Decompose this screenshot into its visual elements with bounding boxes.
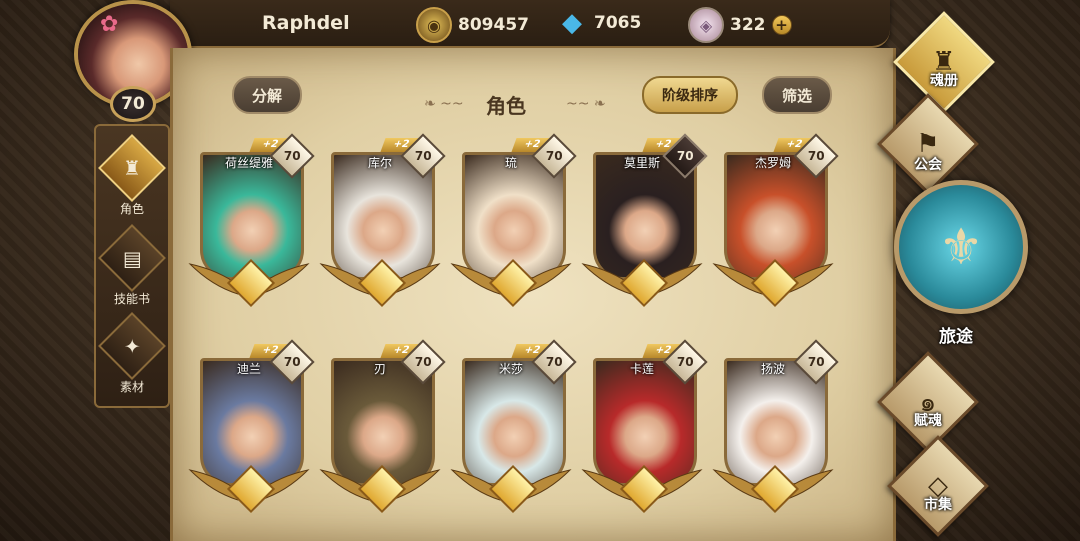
- character-card[interactable]: 莫里斯 +2 70: [581, 133, 708, 308]
- crystal-amount: 322: [730, 15, 766, 35]
- endow-soul-button[interactable]: ๑ 赋魂: [877, 351, 979, 456]
- character-card[interactable]: 卡莲 +2 70: [581, 339, 708, 514]
- character-icon: ♜: [98, 134, 166, 202]
- journey-button[interactable]: ⚜ 旅途: [894, 180, 1028, 350]
- character-level: 70: [807, 354, 825, 369]
- skill-book-icon: ▤: [98, 224, 166, 292]
- market-button[interactable]: ◇ 市集: [887, 435, 989, 540]
- character-card[interactable]: 扬波 70: [712, 339, 839, 514]
- crystal-currency: ◈ 322 +: [688, 7, 792, 43]
- gem-currency: ◆ 7065: [556, 7, 641, 39]
- sidebar-item-skill-book[interactable]: ▤ 技能书: [96, 224, 168, 307]
- character-level: 70: [545, 148, 563, 163]
- ornament-left: ❧ ~~: [424, 96, 464, 112]
- player-level-badge: 70: [110, 86, 156, 122]
- panel-title: 角色: [486, 94, 526, 118]
- material-icon: ✦: [98, 312, 166, 380]
- character-level: 70: [283, 354, 301, 369]
- sidebar-item-material[interactable]: ✦ 素材: [96, 312, 168, 395]
- endow-soul-label: 赋魂: [914, 413, 942, 429]
- character-card[interactable]: 刃 +2 70: [319, 339, 446, 514]
- character-level: 70: [414, 148, 432, 163]
- sort-by-rank-button[interactable]: 阶级排序: [642, 76, 738, 114]
- sidebar-item-character[interactable]: ♜ 角色: [96, 134, 168, 217]
- character-card[interactable]: 杰罗姆 +2 70: [712, 133, 839, 308]
- crystal-icon: ◈: [688, 7, 724, 43]
- left-sidebar: ♜ 角色 ▤ 技能书 ✦ 素材: [94, 124, 170, 408]
- swirl-icon: ๑: [877, 351, 979, 453]
- market-gem-icon: ◇: [887, 435, 989, 537]
- gold-currency: ◉ 809457: [416, 7, 529, 43]
- character-level: 70: [414, 354, 432, 369]
- character-level: 70: [676, 148, 694, 163]
- character-card[interactable]: 琉 +2 70: [450, 133, 577, 308]
- ornament-right: ~~ ❧: [566, 96, 606, 112]
- sidebar-label: 素材: [119, 380, 144, 394]
- character-level: 70: [545, 354, 563, 369]
- soul-book-button[interactable]: ♜ 魂册: [893, 11, 995, 116]
- character-level: 70: [807, 148, 825, 163]
- sidebar-label: 角色: [119, 202, 144, 216]
- gold-coin-icon: ◉: [416, 7, 452, 43]
- player-name: Raphdel: [262, 12, 350, 34]
- character-level: 70: [283, 148, 301, 163]
- journey-label: 旅途: [939, 327, 973, 347]
- guild-label: 公会: [914, 157, 942, 173]
- journey-icon: ⚜: [894, 180, 1028, 314]
- soul-book-label: 魂册: [930, 73, 958, 89]
- filter-button[interactable]: 筛选: [762, 76, 833, 114]
- flower-icon: ✿: [100, 12, 119, 37]
- soul-book-icon: ♜: [893, 11, 995, 113]
- character-card[interactable]: 迪兰 +2 70: [188, 339, 315, 514]
- character-level: 70: [676, 354, 694, 369]
- gold-amount: 809457: [458, 15, 529, 35]
- character-card[interactable]: 米莎 +2 70: [450, 339, 577, 514]
- market-label: 市集: [924, 497, 952, 513]
- gem-amount: 7065: [594, 13, 642, 33]
- character-card[interactable]: 荷丝缇雅 +2 70: [188, 133, 315, 308]
- decompose-button[interactable]: 分解: [232, 76, 303, 114]
- character-card[interactable]: 库尔 +2 70: [319, 133, 446, 308]
- sidebar-label: 技能书: [113, 292, 150, 306]
- blue-gem-icon: ◆: [562, 8, 582, 38]
- add-crystal-button[interactable]: +: [771, 15, 792, 35]
